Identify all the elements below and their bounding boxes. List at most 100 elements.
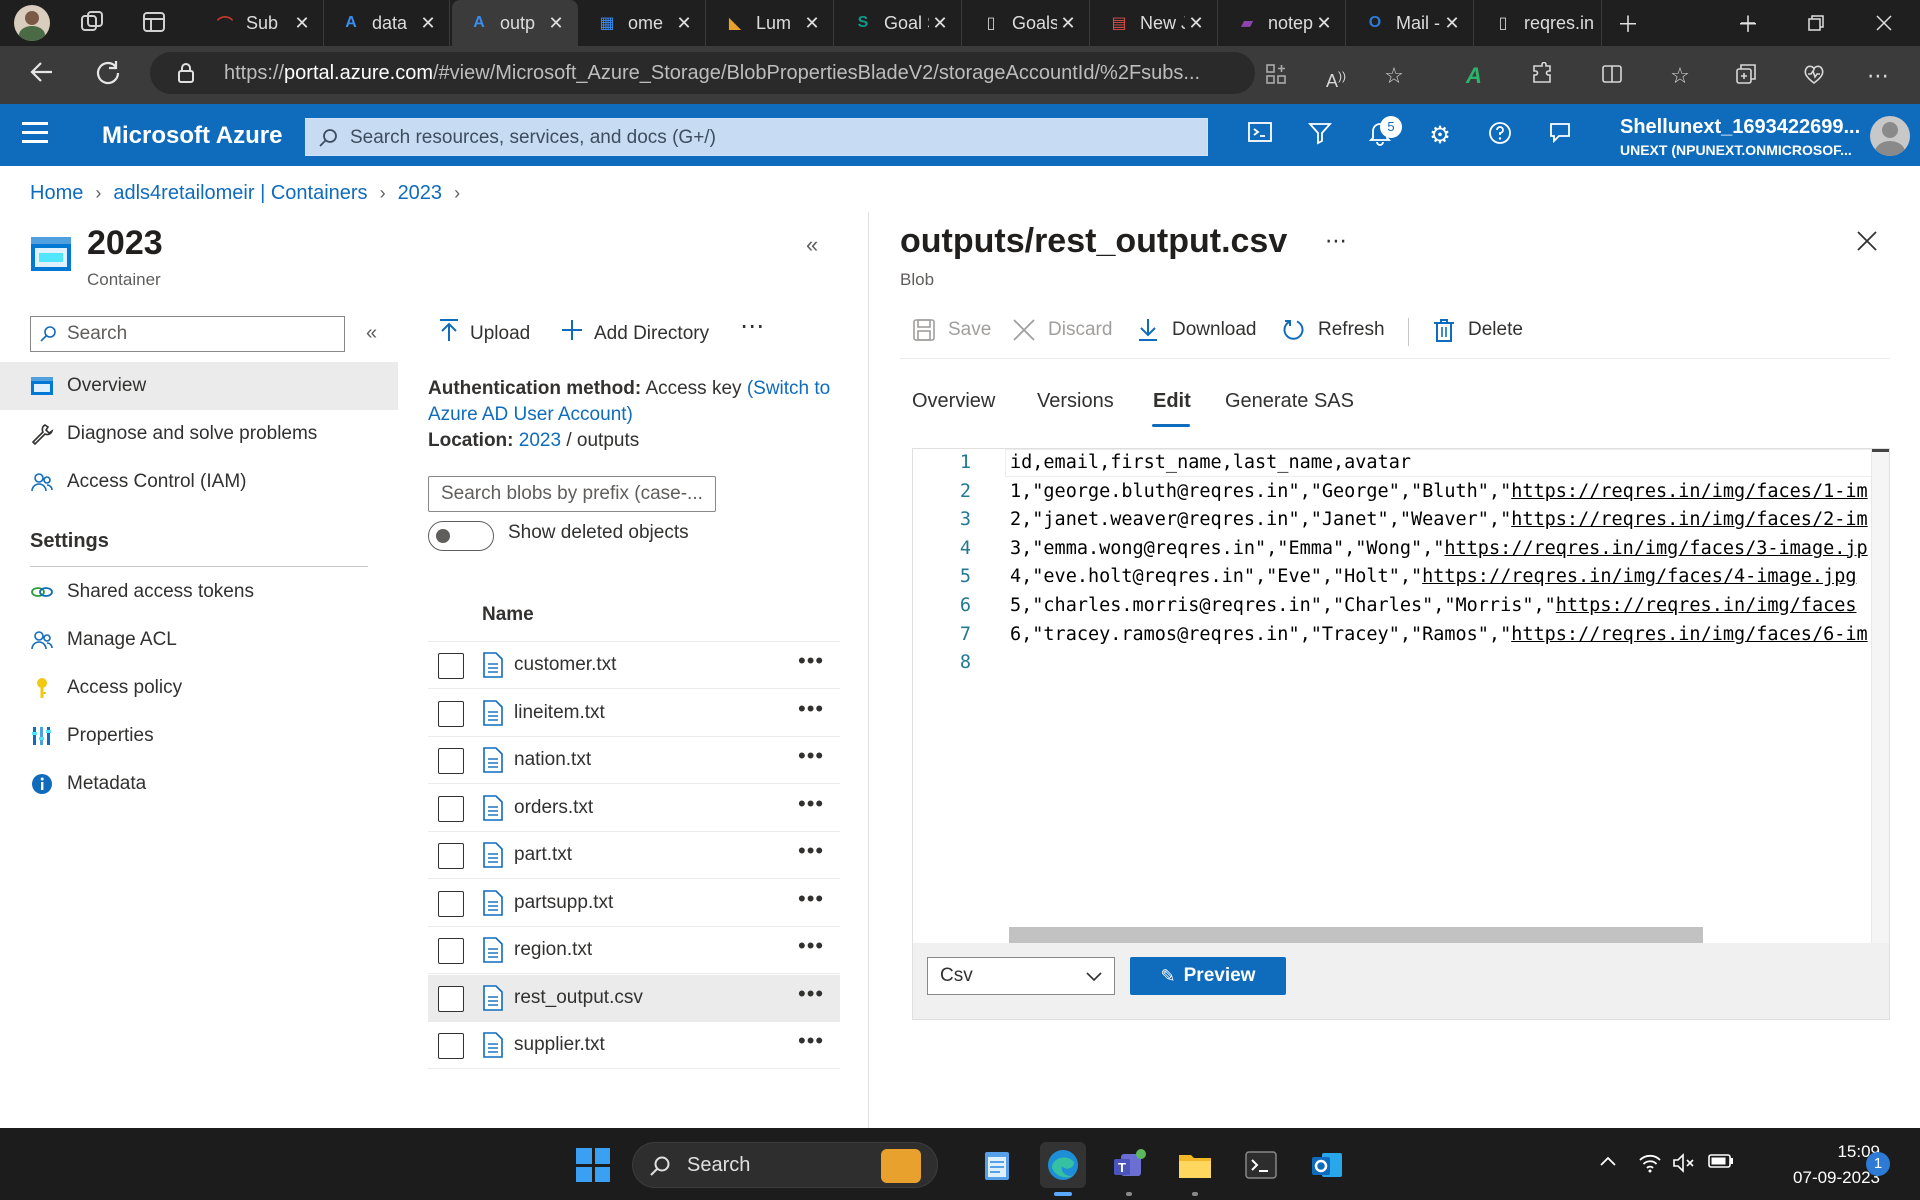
close-icon[interactable]	[1852, 228, 1882, 258]
tab-close-icon[interactable]: ✕	[673, 13, 695, 34]
portal-menu-icon[interactable]	[22, 122, 48, 144]
extensions-puzzle-icon[interactable]	[1528, 61, 1556, 90]
directory-filter-icon[interactable]	[1304, 120, 1336, 152]
collapse-menu-icon[interactable]: «	[366, 322, 377, 345]
table-row[interactable]: partsupp.txt •••	[428, 880, 840, 927]
file-name[interactable]: supplier.txt	[514, 1034, 605, 1056]
file-name[interactable]: nation.txt	[514, 749, 591, 771]
row-more-icon[interactable]: •••	[798, 791, 824, 817]
browser-tab[interactable]: ▦ ome ✕	[580, 0, 706, 46]
file-name[interactable]: customer.txt	[514, 654, 616, 676]
feedback-icon[interactable]	[1544, 120, 1576, 152]
menu-item-metadata[interactable]: Metadata	[0, 760, 398, 808]
row-more-icon[interactable]: •••	[798, 933, 824, 959]
split-screen-icon[interactable]	[1598, 62, 1626, 90]
collapse-blade-icon[interactable]: «	[806, 232, 818, 258]
tab-close-icon[interactable]: ✕	[1185, 13, 1207, 34]
upload-button[interactable]: Upload	[438, 318, 530, 349]
app-available-icon[interactable]	[1262, 62, 1290, 90]
browser-tab[interactable]: S Goal Sett✕	[836, 0, 962, 46]
code-editor[interactable]: 1 id,email,first_name,last_name,avatar 2 1,…	[912, 448, 1890, 1020]
browser-tab[interactable]: ▯ reqres.in	[1476, 0, 1602, 46]
tab-close-icon[interactable]: ✕	[545, 13, 567, 34]
notification-center-badge[interactable]: 1	[1866, 1152, 1890, 1176]
row-checkbox[interactable]	[438, 985, 464, 1012]
file-name[interactable]: orders.txt	[514, 797, 593, 819]
menu-item-properties[interactable]: Properties	[0, 712, 398, 760]
workspaces-icon[interactable]	[78, 9, 106, 37]
browser-tab[interactable]: ▰ notepad✕	[1220, 0, 1346, 46]
table-row[interactable]: part.txt •••	[428, 832, 840, 879]
blob-more-icon[interactable]: ⋯	[1325, 228, 1347, 254]
file-name[interactable]: partsupp.txt	[514, 892, 613, 914]
browser-tab[interactable]: ▤ New Join✕	[1092, 0, 1218, 46]
row-checkbox[interactable]	[438, 700, 464, 727]
breadcrumb-home[interactable]: Home	[30, 182, 83, 204]
extension-a-icon[interactable]: A	[1460, 62, 1488, 90]
outlook-icon[interactable]	[1304, 1142, 1350, 1188]
horizontal-scrollbar[interactable]	[1009, 927, 1703, 943]
volume-muted-icon[interactable]	[1672, 1152, 1696, 1176]
row-checkbox[interactable]	[438, 748, 464, 774]
file-name[interactable]: lineitem.txt	[514, 702, 605, 724]
clock-date[interactable]: 07-09-2023	[1756, 1168, 1880, 1188]
table-row[interactable]: customer.txt •••	[428, 642, 840, 689]
account-name[interactable]: Shellunext_1693422699...	[1620, 116, 1860, 139]
azure-brand[interactable]: Microsoft Azure	[102, 122, 282, 150]
table-row[interactable]: lineitem.txt •••	[428, 690, 840, 737]
taskbar-search[interactable]: Search	[632, 1142, 938, 1188]
save-button[interactable]: Save	[912, 318, 991, 342]
close-window-button[interactable]	[1856, 0, 1912, 46]
account-tenant[interactable]: UNEXT (NPUNEXT.ONMICROSOF...	[1620, 142, 1852, 158]
tab-close-icon[interactable]: ✕	[801, 13, 823, 34]
table-row[interactable]: region.txt •••	[428, 927, 840, 974]
refresh-button[interactable]: Refresh	[1282, 318, 1385, 342]
menu-item-manage-acl[interactable]: Manage ACL	[0, 616, 398, 664]
download-button[interactable]: Download	[1136, 318, 1257, 342]
profile-avatar[interactable]	[14, 5, 50, 41]
table-row[interactable]: nation.txt •••	[428, 737, 840, 784]
browser-essentials-icon[interactable]	[1800, 62, 1828, 90]
restore-window-button[interactable]	[1788, 0, 1844, 46]
row-more-icon[interactable]: •••	[798, 1028, 824, 1054]
row-checkbox[interactable]	[438, 1033, 464, 1059]
browser-tab[interactable]: Adata ✕	[324, 0, 450, 46]
switch-auth-link-2[interactable]: Azure AD User Account)	[428, 404, 633, 425]
tab-close-icon[interactable]: ✕	[417, 13, 439, 34]
switch-auth-link[interactable]: (Switch to	[747, 378, 830, 399]
menu-item-access-policy[interactable]: Access policy	[0, 664, 398, 712]
row-checkbox[interactable]	[438, 938, 464, 964]
settings-more-icon[interactable]: ⋯	[1864, 62, 1892, 90]
row-checkbox[interactable]	[438, 795, 464, 822]
tab-edit[interactable]: Edit	[1153, 390, 1191, 413]
collections-icon[interactable]	[1732, 62, 1760, 90]
row-more-icon[interactable]: •••	[798, 981, 824, 1007]
settings-gear-icon[interactable]: ⚙	[1424, 120, 1456, 152]
browser-tab[interactable]: O Mail - Fa✕	[1348, 0, 1474, 46]
global-search-input[interactable]: Search resources, services, and docs (G+…	[305, 118, 1208, 156]
breadcrumb-container[interactable]: 2023	[398, 182, 443, 204]
row-more-icon[interactable]: •••	[798, 743, 824, 769]
discard-button[interactable]: Discard	[1012, 318, 1112, 342]
menu-item-overview[interactable]: Overview	[0, 362, 398, 410]
file-explorer-icon[interactable]	[1172, 1142, 1218, 1188]
tab-close-icon[interactable]: ✕	[1313, 13, 1335, 34]
wifi-icon[interactable]	[1638, 1152, 1662, 1176]
browser-tab[interactable]: ⌒ Sub ✕	[198, 0, 324, 46]
read-aloud-icon[interactable]: A))	[1322, 62, 1350, 91]
vertical-scrollbar[interactable]	[1871, 449, 1889, 943]
file-name[interactable]: region.txt	[514, 939, 592, 961]
back-arrow-icon[interactable]	[24, 58, 60, 94]
browser-tab[interactable]: ▯ Goals Pla✕	[964, 0, 1090, 46]
cloud-shell-icon[interactable]	[1244, 120, 1276, 152]
row-more-icon[interactable]: •••	[798, 696, 824, 722]
windows-start-icon[interactable]	[576, 1148, 610, 1182]
show-deleted-toggle[interactable]	[428, 521, 494, 551]
preview-button[interactable]: ✎ Preview	[1130, 957, 1286, 995]
table-row[interactable]: rest_output.csv •••	[428, 974, 840, 1022]
file-name[interactable]: rest_output.csv	[514, 987, 643, 1009]
delete-button[interactable]: Delete	[1432, 318, 1523, 342]
language-select[interactable]: Csv	[927, 957, 1115, 995]
minimize-window-button[interactable]	[1720, 0, 1776, 46]
account-avatar[interactable]	[1870, 116, 1910, 156]
